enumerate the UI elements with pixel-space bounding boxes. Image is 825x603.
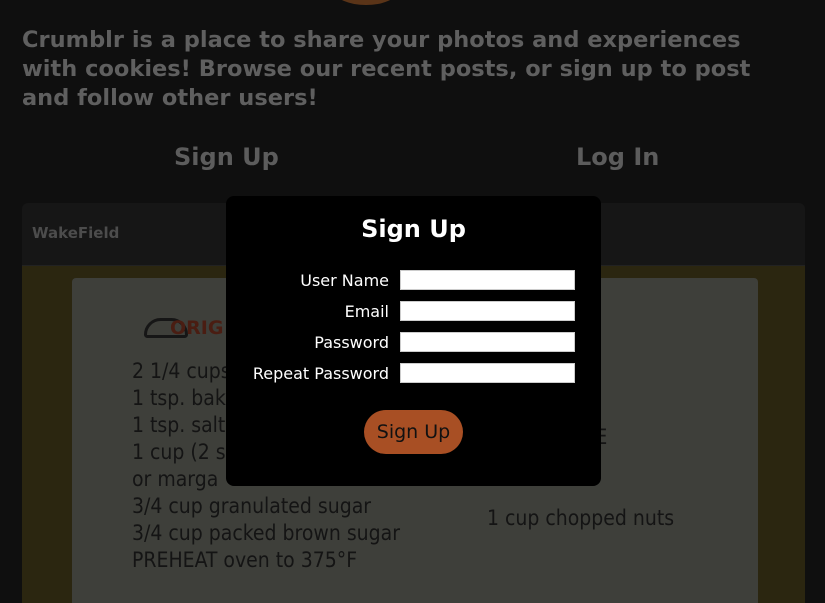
username-label: User Name — [300, 271, 389, 290]
signup-submit-button[interactable]: Sign Up — [364, 410, 463, 454]
password-row: Password — [226, 332, 601, 354]
login-link[interactable]: Log In — [576, 143, 659, 171]
recipe-line: 1 cup chopped nuts — [487, 506, 675, 530]
password-input[interactable] — [400, 332, 575, 352]
username-row: User Name — [226, 270, 601, 292]
signup-modal: Sign Up User Name Email Password Repeat … — [226, 196, 601, 486]
recipe-line: 3/4 cup granulated sugar — [132, 494, 372, 518]
site-logo — [335, 0, 397, 5]
email-label: Email — [344, 302, 389, 321]
username-input[interactable] — [400, 270, 575, 290]
signup-link[interactable]: Sign Up — [174, 143, 279, 171]
repeat-password-row: Repeat Password — [226, 363, 601, 385]
password-label: Password — [314, 333, 389, 352]
recipe-line: 3/4 cup packed brown sugar — [132, 521, 400, 545]
repeat-password-label: Repeat Password — [252, 364, 389, 383]
repeat-password-input[interactable] — [400, 363, 575, 383]
modal-title: Sign Up — [361, 215, 466, 243]
email-input[interactable] — [400, 301, 575, 321]
site-intro: Crumblr is a place to share your photos … — [22, 27, 751, 111]
email-row: Email — [226, 301, 601, 323]
post-author[interactable]: WakeField — [32, 224, 119, 242]
